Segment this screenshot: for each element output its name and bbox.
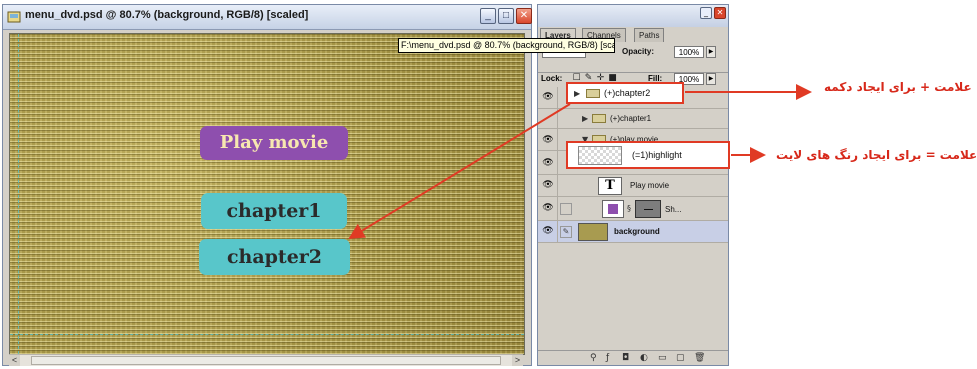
annotation-arrows <box>348 84 812 240</box>
arrow-to-chapter2-button <box>348 103 571 240</box>
